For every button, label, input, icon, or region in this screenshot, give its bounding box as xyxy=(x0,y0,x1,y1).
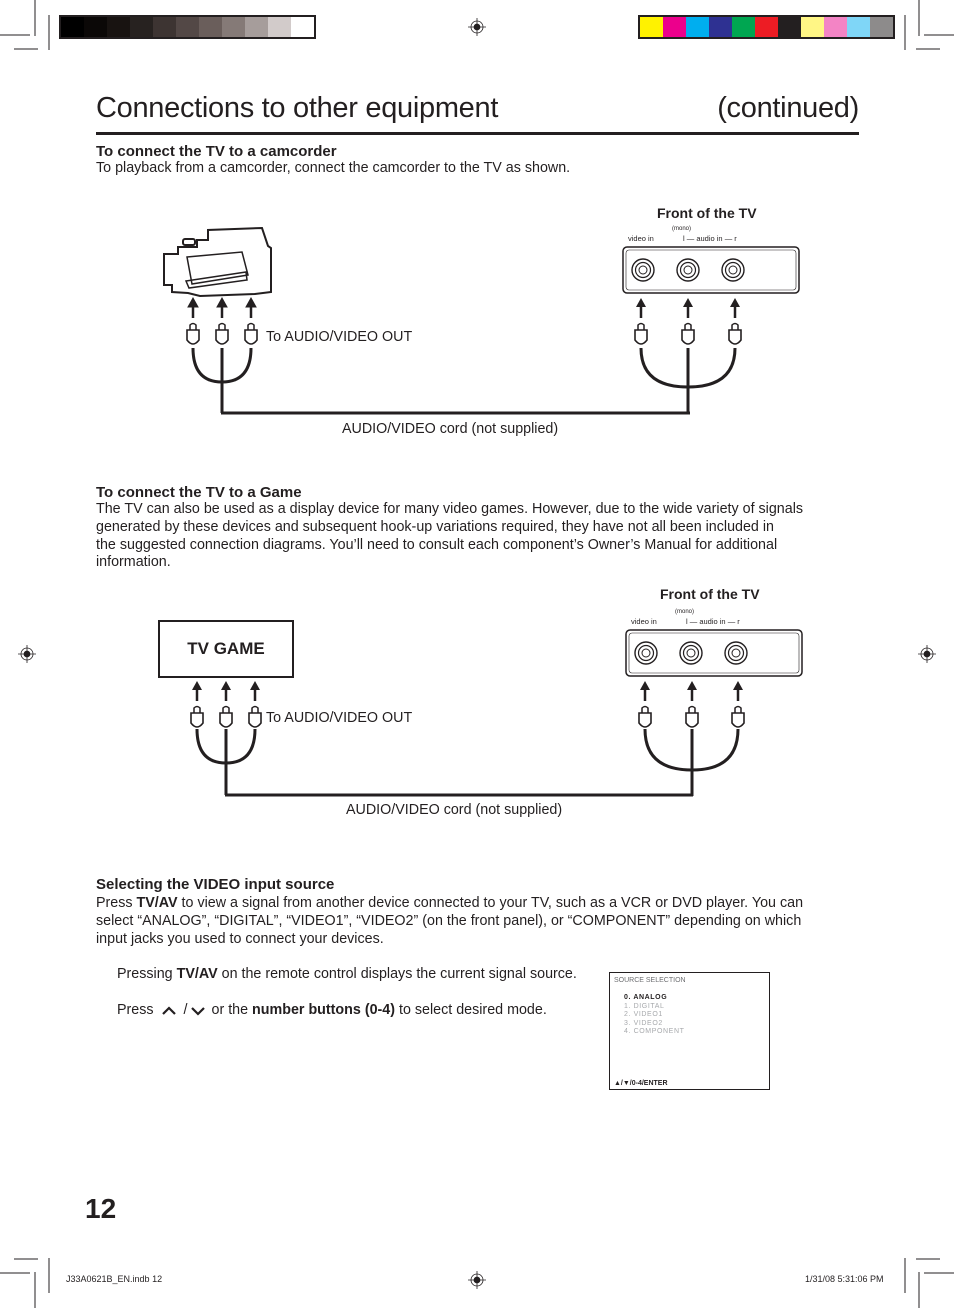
camcorder-heading: To connect the TV to a camcorder xyxy=(96,143,337,160)
color-swatch xyxy=(291,17,314,37)
registration-target-icon xyxy=(18,18,936,1289)
menu-item-analog[interactable]: 0. ANALOG xyxy=(624,994,667,1001)
color-swatch xyxy=(870,17,893,37)
grayscale-color-bar xyxy=(59,15,316,39)
menu-item-component[interactable]: 4. COMPONENT xyxy=(624,1028,684,1035)
color-swatch xyxy=(709,17,732,37)
color-swatch xyxy=(84,17,107,37)
game-body-line: generated by these devices and subsequen… xyxy=(96,518,774,535)
body-text: input jacks you used to connect your dev… xyxy=(96,930,384,947)
step-2: Press / or the number buttons (0-4) to s… xyxy=(117,1002,547,1018)
number-buttons-key: number buttons (0-4) xyxy=(252,1002,396,1018)
menu-item-video2[interactable]: 3. VIDEO2 xyxy=(624,1020,663,1027)
game-body-line: The TV can also be used as a display dev… xyxy=(96,501,804,517)
game-body-line: information. xyxy=(96,554,171,571)
tv-game-label: TV GAME xyxy=(187,639,265,658)
slug-right: 1/31/08 5:31:06 PM xyxy=(805,1274,884,1284)
chevron-down-icon xyxy=(190,1007,205,1016)
menu-title: SOURCE SELECTION xyxy=(614,977,686,984)
slug-left: J33A0621B_EN.indb 12 xyxy=(66,1274,163,1284)
tv-av-key: TV/AV xyxy=(176,966,218,982)
step-text: to select desired mode. xyxy=(395,1002,547,1018)
color-swatch xyxy=(107,17,130,37)
video-in-label-2: video in xyxy=(631,617,657,626)
step-text: on the remote control displays the curre… xyxy=(217,966,577,982)
color-swatch xyxy=(176,17,199,37)
body-text: select “ANALOG”, “DIGITAL”, “VIDEO1”, “V… xyxy=(96,912,802,929)
av-cord-label-2: AUDIO/VIDEO cord (not supplied) xyxy=(346,802,563,818)
audio-in-label-2: l — audio in — r xyxy=(686,617,740,626)
continued-label: (continued) xyxy=(717,92,859,124)
page-title: Connections to other equipment (continue… xyxy=(96,92,859,125)
front-of-tv-label: Front of the TV xyxy=(657,205,757,221)
color-swatch xyxy=(199,17,222,37)
title-rule xyxy=(96,132,859,135)
step-text: or the xyxy=(207,1002,253,1018)
game-body-line: the suggested connection diagrams. You’l… xyxy=(96,536,778,553)
color-swatch xyxy=(663,17,686,37)
color-swatch xyxy=(732,17,755,37)
to-av-out-label: To AUDIO/VIDEO OUT xyxy=(266,329,413,345)
body-text: Press xyxy=(96,895,137,911)
mono-label-2: (mono) xyxy=(675,609,695,615)
page-number: 12 xyxy=(85,1193,117,1224)
color-swatch xyxy=(686,17,709,37)
to-av-out-label-2: To AUDIO/VIDEO OUT xyxy=(266,710,413,726)
game-heading: To connect the TV to a Game xyxy=(96,484,302,501)
page-title-text: Connections to other equipment xyxy=(96,92,499,124)
color-swatch xyxy=(222,17,245,37)
color-swatch xyxy=(824,17,847,37)
video-heading: Selecting the VIDEO input source xyxy=(96,876,335,893)
video-body: Press TV/AV to view a signal from anothe… xyxy=(96,895,841,948)
menu-footer: ▲/▼/0-4/ENTER xyxy=(614,1080,668,1087)
color-swatch xyxy=(847,17,870,37)
audio-in-label: l — audio in — r xyxy=(683,234,737,243)
tv-game-device: TV GAME xyxy=(158,620,294,678)
color-swatch xyxy=(640,17,663,37)
mono-label: (mono) xyxy=(672,226,692,232)
color-swatch xyxy=(268,17,291,37)
color-swatch xyxy=(130,17,153,37)
color-swatch xyxy=(801,17,824,37)
av-cord-label: AUDIO/VIDEO cord (not supplied) xyxy=(342,421,559,437)
front-of-tv-label-2: Front of the TV xyxy=(660,586,760,602)
step-text: Press xyxy=(117,1002,154,1018)
color-swatch xyxy=(61,17,84,37)
tv-av-key: TV/AV xyxy=(136,895,178,911)
step-text: Pressing xyxy=(117,966,177,982)
camcorder-body: To playback from a camcorder, connect th… xyxy=(96,160,571,176)
menu-item-video1[interactable]: 2. VIDEO1 xyxy=(624,1011,663,1018)
step-1: Pressing TV/AV on the remote control dis… xyxy=(117,966,577,982)
video-in-label: video in xyxy=(628,234,654,243)
body-text: to view a signal from another device con… xyxy=(177,895,804,911)
print-crop-marks xyxy=(0,0,954,1308)
chevron-up-icon xyxy=(161,1006,176,1015)
game-body: The TV can also be used as a display dev… xyxy=(96,501,841,572)
color-swatch xyxy=(153,17,176,37)
color-swatch xyxy=(755,17,778,37)
source-selection-menu: SOURCE SELECTION 0. ANALOG 1. DIGITAL 2.… xyxy=(609,972,770,1090)
color-swatch xyxy=(778,17,801,37)
cmyk-color-bar xyxy=(638,15,895,39)
menu-item-digital[interactable]: 1. DIGITAL xyxy=(624,1003,665,1010)
color-swatch xyxy=(245,17,268,37)
